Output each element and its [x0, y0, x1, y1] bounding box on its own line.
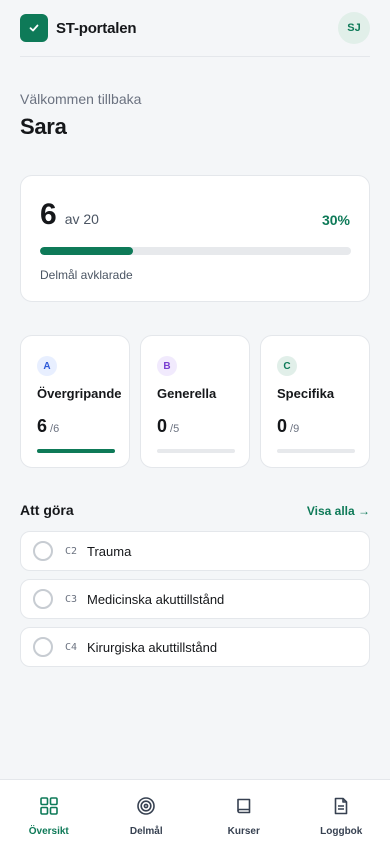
- category-done: 0: [277, 416, 288, 436]
- checkbox-circle-icon[interactable]: [33, 589, 53, 609]
- welcome-text: Välkommen tillbaka: [20, 91, 142, 107]
- category-badge: B: [157, 356, 177, 376]
- brand-name: ST-portalen: [56, 19, 137, 37]
- user-name: Sara: [20, 114, 67, 139]
- todo-item[interactable]: C2 Trauma: [20, 531, 370, 571]
- todo-code: C2: [65, 545, 78, 557]
- todo-item[interactable]: C4 Kirurgiska akuttillstånd: [20, 627, 370, 667]
- user-avatar[interactable]: SJ: [338, 12, 370, 44]
- book-icon: [234, 796, 254, 821]
- category-total: /9: [290, 423, 300, 435]
- category-total: /5: [170, 423, 180, 435]
- category-name: Specifika: [277, 386, 335, 401]
- tab-label: Loggbok: [320, 826, 363, 837]
- todo-label: Trauma: [87, 543, 132, 559]
- todo-label: Medicinska akuttillstånd: [87, 591, 225, 607]
- checkbox-circle-icon[interactable]: [33, 637, 53, 657]
- category-count: 0 /9: [277, 416, 299, 437]
- checkbox-circle-icon[interactable]: [33, 541, 53, 561]
- target-icon: [136, 796, 156, 821]
- category-total: /6: [50, 423, 60, 435]
- progress-percent: 30%: [321, 212, 350, 228]
- completed-count: 6: [40, 198, 57, 231]
- todo-item[interactable]: C3 Medicinska akuttillstånd: [20, 579, 370, 619]
- category-progress-bar: [157, 449, 235, 453]
- tab-kurser[interactable]: Kurser: [195, 780, 293, 844]
- progress-caption: Delmål avklarade: [40, 268, 133, 282]
- category-count: 0 /5: [157, 416, 179, 437]
- progress-bar: [40, 247, 351, 255]
- category-done: 6: [37, 416, 48, 436]
- brand[interactable]: ST-portalen: [20, 14, 137, 42]
- category-card-a[interactable]: A Övergripande 6 /6: [20, 335, 130, 468]
- tab-oversikt[interactable]: Översikt: [0, 780, 98, 844]
- progress-card: 6 av 20 30% Delmål avklarade: [20, 175, 370, 302]
- app-header: ST-portalen SJ: [20, 0, 370, 57]
- category-badge: C: [277, 356, 297, 376]
- tab-label: Delmål: [129, 826, 163, 837]
- category-card-c[interactable]: C Specifika 0 /9: [260, 335, 370, 468]
- tab-label: Översikt: [28, 826, 69, 837]
- tab-delmal[interactable]: Delmål: [98, 780, 196, 844]
- total-label: av 20: [64, 211, 99, 227]
- checkmark-logo-icon: [20, 14, 48, 42]
- todo-code: C3: [65, 593, 78, 605]
- category-name: Övergripande: [37, 386, 122, 401]
- bottom-tab-bar: Översikt Delmål Kurser Loggbok: [0, 779, 390, 844]
- category-done: 0: [157, 416, 168, 436]
- category-badge: A: [37, 356, 57, 376]
- grid-icon: [39, 796, 59, 821]
- todo-code: C4: [65, 641, 78, 653]
- category-progress-bar: [277, 449, 355, 453]
- category-progress-fill: [37, 449, 115, 453]
- progress-bar-fill: [40, 247, 134, 255]
- tab-loggbok[interactable]: Loggbok: [293, 780, 390, 844]
- category-card-b[interactable]: B Generella 0 /5: [140, 335, 250, 468]
- todo-heading: Att göra: [20, 502, 74, 518]
- category-progress-bar: [37, 449, 115, 453]
- progress-count: 6 av 20: [40, 198, 99, 232]
- view-all-link[interactable]: Visa alla →: [307, 504, 370, 518]
- category-count: 6 /6: [37, 416, 59, 437]
- tab-label: Kurser: [227, 826, 260, 837]
- category-name: Generella: [157, 386, 217, 401]
- todo-label: Kirurgiska akuttillstånd: [87, 639, 218, 655]
- document-icon: [331, 796, 351, 821]
